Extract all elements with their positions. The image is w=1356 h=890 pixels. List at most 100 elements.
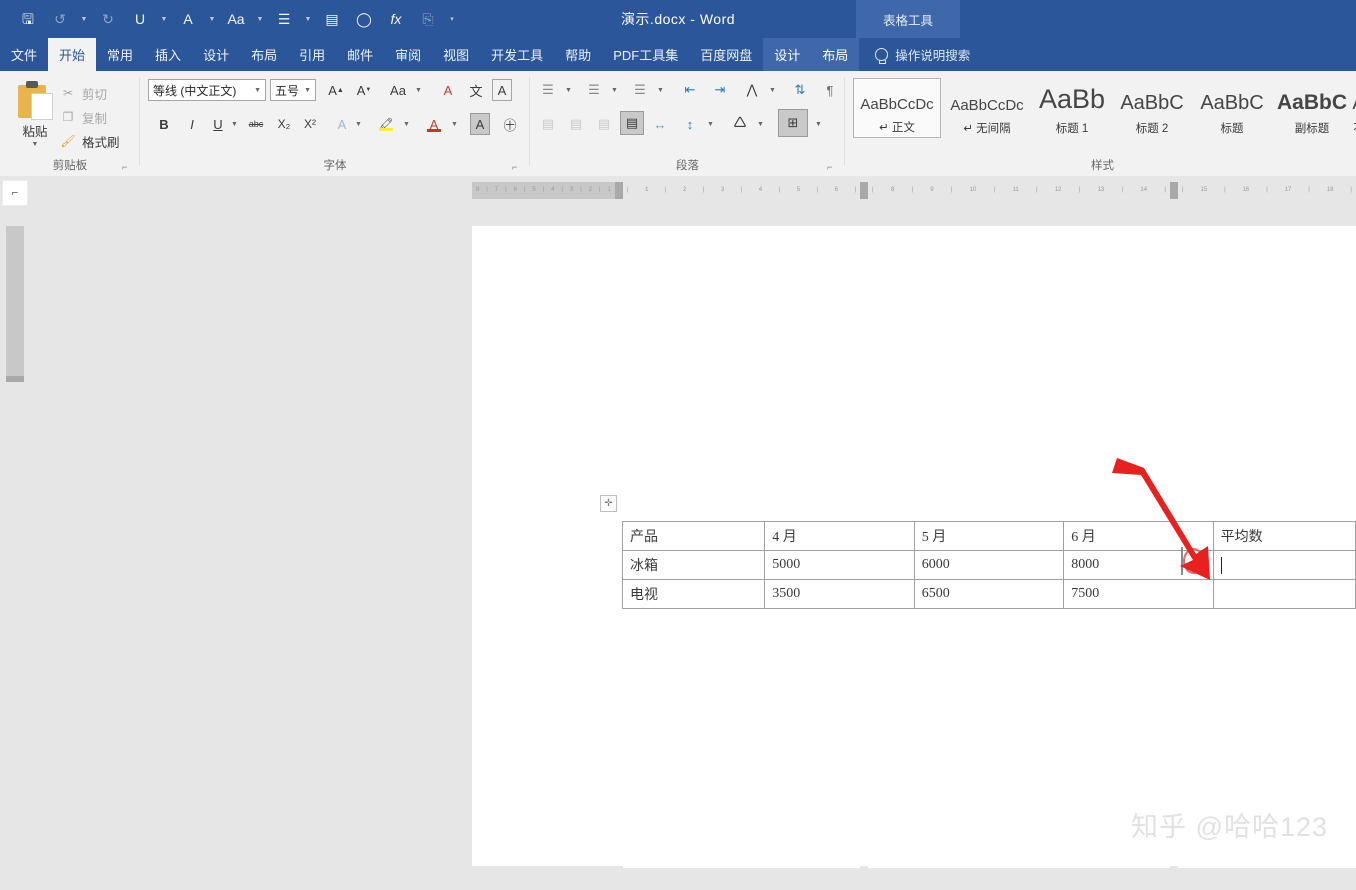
justify-icon[interactable]: ▤ [620, 111, 644, 135]
align-right-icon[interactable]: ▤ [594, 113, 614, 135]
table-cell[interactable]: 冰箱 [621, 550, 766, 580]
italic-icon[interactable]: I [182, 113, 202, 135]
character-border-icon[interactable]: A [492, 79, 512, 101]
multilevel-list-icon[interactable]: ☰ [630, 79, 650, 101]
highlight-color-icon[interactable]: 🖍 [376, 113, 396, 135]
table-cell[interactable]: 5 月 [913, 521, 1065, 551]
enclose-character-icon[interactable]: ㊉ [500, 113, 520, 135]
font-name-input[interactable]: 等线 (中文正文) ▼ [148, 79, 266, 101]
underline-icon[interactable]: U [208, 113, 228, 135]
table-move-handle[interactable]: ✛ [600, 495, 617, 512]
numbering-dropdown-icon[interactable]: ▼ [610, 79, 619, 101]
horizontal-ruler[interactable]: 8 | 7 | 6 | 5 | 4 | 3 | 2 | 1 | 1 | 2 | 3 | 4 | 5 | 6 | | 8 | 9… [472, 178, 1356, 868]
highlight-dropdown-icon[interactable]: ▼ [402, 113, 411, 135]
text-effects-dropdown-icon[interactable]: ▼ [354, 113, 363, 135]
asian-layout-dropdown-icon[interactable]: ▼ [768, 79, 777, 101]
table-cell[interactable]: 6500 [913, 579, 1065, 609]
subscript-icon[interactable]: X₂ [274, 113, 294, 135]
paste-dropdown-icon[interactable]: ▼ [10, 141, 60, 148]
vertical-ruler[interactable] [6, 226, 1356, 396]
borders-dropdown-icon[interactable]: ▼ [814, 113, 823, 135]
font-dialog-launcher[interactable]: ⌐ [512, 162, 522, 172]
table-cell[interactable]: 5000 [764, 550, 915, 580]
tab-file[interactable]: 文件 [0, 38, 48, 71]
style-no-spacing[interactable]: AaBbCcDc ↵ 无间隔 [943, 78, 1031, 138]
tab-home[interactable]: 开始 [48, 38, 97, 71]
column-marker[interactable] [860, 182, 868, 199]
strikethrough-icon[interactable]: abc [246, 113, 266, 135]
tab-review[interactable]: 审阅 [384, 38, 432, 71]
text-effects-icon[interactable]: A [332, 113, 352, 135]
borders-icon[interactable]: ⊞ [778, 109, 808, 137]
underline-dropdown-icon[interactable]: ▼ [230, 113, 239, 135]
line-spacing-icon[interactable]: ↕ [680, 113, 700, 135]
tab-help[interactable]: 帮助 [554, 38, 602, 71]
bold-icon[interactable]: B [154, 113, 174, 135]
change-case-icon[interactable]: Aa [388, 79, 408, 101]
style-body[interactable]: AaBbCcDc ↵ 正文 [853, 78, 941, 138]
tab-pdf-tools[interactable]: PDF工具集 [602, 38, 689, 71]
increase-indent-icon[interactable]: ⇥ [710, 79, 730, 101]
table-cell[interactable]: 7500 [1063, 579, 1214, 609]
align-center-icon[interactable]: ▤ [566, 113, 586, 135]
column-marker[interactable] [1170, 182, 1178, 199]
numbering-icon[interactable]: ☰ [584, 79, 604, 101]
format-painter-button[interactable]: 🖌 格式刷 [60, 129, 119, 153]
ribbon-tab-strip[interactable]: 文件 开始 常用 插入 设计 布局 引用 邮件 审阅 视图 开发工具 帮助 PD… [0, 38, 1356, 71]
font-size-dropdown-icon[interactable]: ▼ [304, 87, 311, 94]
style-more[interactable]: A 不 [1349, 78, 1356, 138]
tab-layout[interactable]: 布局 [240, 38, 288, 71]
font-color-dropdown-icon[interactable]: ▼ [450, 113, 459, 135]
tab-mailings[interactable]: 邮件 [336, 38, 384, 71]
font-name-dropdown-icon[interactable]: ▼ [254, 87, 261, 94]
character-shading-icon[interactable]: A [470, 113, 490, 135]
table-cell[interactable]: 3500 [764, 579, 915, 609]
asian-layout-icon[interactable]: ⋀ [742, 79, 762, 101]
tab-common[interactable]: 常用 [96, 38, 144, 71]
tab-developer[interactable]: 开发工具 [480, 38, 554, 71]
tab-stop-selector[interactable]: ⌐ [2, 180, 28, 206]
change-case-dropdown-icon[interactable]: ▼ [414, 79, 423, 101]
tab-design[interactable]: 设计 [192, 38, 240, 71]
paragraph-dialog-launcher[interactable]: ⌐ [827, 162, 837, 172]
table-cell[interactable]: 产品 [621, 521, 766, 551]
bullets-dropdown-icon[interactable]: ▼ [564, 79, 573, 101]
sort-icon[interactable]: ⇅ [790, 79, 810, 101]
left-indent-marker[interactable] [615, 182, 623, 199]
tab-view[interactable]: 视图 [432, 38, 480, 71]
table-cell[interactable] [1212, 579, 1356, 609]
table-cell[interactable]: 6000 [913, 550, 1065, 580]
font-color-icon[interactable]: A [424, 113, 444, 135]
copy-button[interactable]: ❐ 复制 [60, 105, 120, 129]
decrease-indent-icon[interactable]: ⇤ [680, 79, 700, 101]
shading-dropdown-icon[interactable]: ▼ [756, 113, 765, 135]
distribute-icon[interactable]: ↔ [650, 113, 670, 135]
bullets-icon[interactable]: ☰ [538, 79, 558, 101]
phonetic-guide-icon[interactable]: 文 [466, 79, 486, 101]
tab-table-layout[interactable]: 布局 [811, 38, 860, 71]
line-spacing-dropdown-icon[interactable]: ▼ [706, 113, 715, 135]
superscript-icon[interactable]: X² [300, 113, 320, 135]
tab-insert[interactable]: 插入 [144, 38, 192, 71]
tab-table-design[interactable]: 设计 [763, 38, 812, 71]
style-title[interactable]: AaBbC 标题 [1193, 78, 1271, 138]
clear-formatting-icon[interactable]: A [438, 79, 458, 101]
tell-me-search[interactable]: 操作说明搜索 [859, 38, 970, 71]
table-cell[interactable]: 4 月 [764, 521, 915, 551]
font-size-input[interactable]: 五号 ▼ [270, 79, 316, 101]
shrink-font-icon[interactable]: A ▼ [354, 79, 374, 101]
cut-button[interactable]: ✂ 剪切 [60, 81, 120, 105]
clipboard-dialog-launcher[interactable]: ⌐ [122, 162, 132, 172]
show-marks-icon[interactable]: ¶ [820, 79, 840, 101]
table-cell[interactable]: 电视 [621, 579, 766, 609]
tab-references[interactable]: 引用 [288, 38, 336, 71]
style-heading-2[interactable]: AaBbC 标题 2 [1113, 78, 1191, 138]
align-left-icon[interactable]: ▤ [538, 113, 558, 135]
grow-font-icon[interactable]: A ▲ [326, 79, 346, 101]
style-heading-1[interactable]: AaBb 标题 1 [1033, 78, 1111, 138]
shading-icon[interactable]: 🛆 [730, 113, 750, 135]
multilevel-dropdown-icon[interactable]: ▼ [656, 79, 665, 101]
tab-baidu-netdisk[interactable]: 百度网盘 [689, 38, 763, 71]
style-subtitle[interactable]: AaBbC 副标题 [1273, 78, 1351, 138]
table-row[interactable]: 电视 3500 6500 7500 [621, 579, 1356, 609]
